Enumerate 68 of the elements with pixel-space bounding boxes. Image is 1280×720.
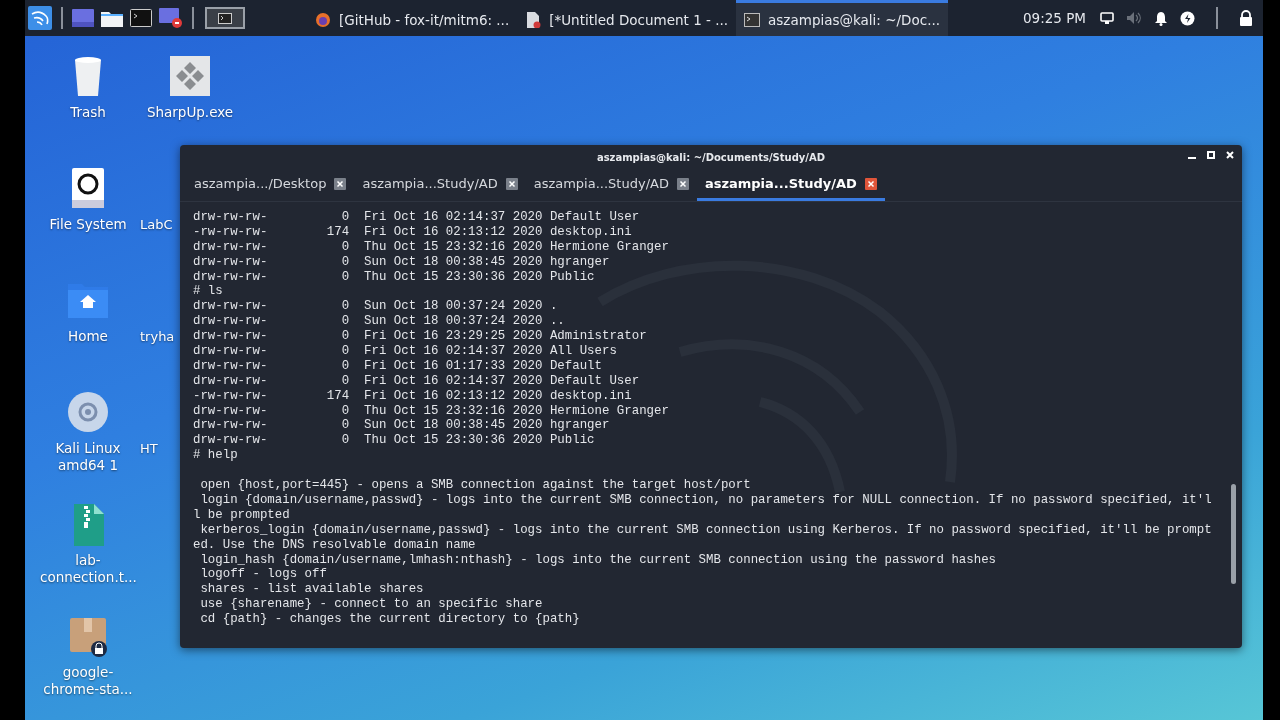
terminal-tab[interactable]: aszampia.../Desktop: [186, 169, 355, 201]
terminal-line: drw-rw-rw- 0 Thu Oct 15 23:30:36 2020 Public: [193, 433, 596, 449]
scrollbar[interactable]: [1231, 484, 1236, 584]
terminal-line: ed. Use the DNS resolvable domain name: [193, 537, 477, 553]
terminal-line: drw-rw-rw- 0 Fri Oct 16 02:14:37 2020 Default User: [193, 373, 641, 389]
icon-label[interactable]: Kali Linux amd64 1: [40, 440, 136, 474]
close-icon[interactable]: [676, 177, 689, 190]
terminal-line: shares - list available shares: [199, 582, 425, 598]
terminal-line: kerberos_login {domain/username,passwd} - logs into the current SMB connection using Kerberos. If no password specified, it'll be prompt: [199, 522, 1213, 538]
terminal-line: -rw-rw-rw- 174 Fri Oct 16 02:13:12 2020 desktop.ini: [193, 388, 633, 404]
terminal-line: drw-rw-rw- 0 Sun Oct 18 00:37:24 2020 .: [193, 299, 559, 315]
icon-label[interactable]: HT: [140, 440, 158, 457]
terminal-line: login {domain/username,passwd} - logs into the current SMB connection, no parameters for NULL connection. If no password specified, it'l: [199, 493, 1213, 508]
terminal-line: # ls: [193, 284, 224, 300]
screen-recorder-icon[interactable]: [159, 8, 183, 28]
power-icon[interactable]: [1180, 10, 1195, 26]
document-icon: [525, 11, 542, 28]
terminal-icon: [744, 11, 761, 28]
terminal-line: drw-rw-rw- 0 Thu Oct 15 23:32:16 2020 Hermione Granger: [193, 239, 670, 255]
bell-icon[interactable]: [1154, 10, 1168, 26]
terminal-line: login_hash {domain/username,lmhash:nthash} - logs into the current SMB connection using the password hashes: [199, 552, 998, 568]
icon-label[interactable]: google-chrome-sta...: [40, 664, 136, 698]
terminal-line: drw-rw-rw- 0 Sun Oct 18 00:37:24 2020 ..: [193, 314, 566, 330]
icon-label[interactable]: Trash: [70, 104, 106, 121]
terminal-line: drw-rw-rw- 0 Thu Oct 15 23:32:16 2020 Hermione Granger: [193, 403, 670, 419]
maximize-icon[interactable]: [1207, 151, 1215, 159]
icon-label[interactable]: File System: [49, 216, 127, 233]
terminal-tab[interactable]: aszampia...Study/AD: [525, 169, 697, 201]
workspace-switcher[interactable]: [205, 7, 245, 29]
terminal-line: use {sharename} - connect to an specific share: [199, 597, 544, 613]
close-icon[interactable]: [1226, 151, 1234, 159]
terminal-line: logoff - logs off: [199, 567, 328, 583]
clock[interactable]: 09:25 PM: [1023, 10, 1086, 26]
disc-icon: [66, 390, 110, 434]
icon-label[interactable]: LabC: [140, 216, 173, 233]
icon-label[interactable]: Home: [68, 328, 108, 345]
monitor-icon[interactable]: [1100, 12, 1114, 24]
lock-icon[interactable]: [1239, 10, 1253, 26]
speaker-icon[interactable]: [1126, 11, 1142, 25]
terminal-line: drw-rw-rw- 0 Thu Oct 15 23:30:36 2020 Public: [193, 269, 596, 285]
terminal-icon[interactable]: [130, 9, 152, 27]
close-icon[interactable]: [864, 177, 877, 190]
terminal-tab[interactable]: aszampia...Study/AD: [354, 169, 526, 201]
taskbar-button[interactable]: aszampias@kali: ~/Doc...: [736, 0, 948, 36]
icon-label[interactable]: tryha: [140, 328, 175, 345]
terminal-line: drw-rw-rw- 0 Sun Oct 18 00:38:45 2020 hgranger: [193, 418, 611, 434]
terminal-tab[interactable]: aszampia...Study/AD: [696, 169, 885, 201]
terminal-icon: [218, 12, 232, 24]
icon-label[interactable]: SharpUp.exe: [146, 104, 234, 121]
terminal-line: drw-rw-rw- 0 Fri Oct 16 02:14:37 2020 Default User: [193, 210, 641, 225]
terminal-line: drw-rw-rw- 0 Fri Oct 16 23:29:25 2020 Administrator: [193, 329, 648, 344]
terminal-line: cd {path} - changes the current directory to {path}: [199, 612, 581, 628]
terminal-line: open {host,port=445} - opens a SMB connection against the target host/port: [199, 478, 752, 494]
folder-icon[interactable]: [101, 9, 123, 27]
taskbar-button[interactable]: [GitHub - fox-it/mitm6: ...: [307, 0, 518, 36]
terminal-line: drw-rw-rw- 0 Fri Oct 16 01:17:33 2020 Default: [193, 358, 603, 374]
taskbar-button[interactable]: [*Untitled Document 1 - ...: [517, 0, 737, 36]
terminal-line: # help: [193, 448, 239, 464]
browser-icon: [315, 11, 331, 28]
terminal-line: drw-rw-rw- 0 Fri Oct 16 02:14:37 2020 All Users: [193, 344, 618, 359]
terminal-line: -rw-rw-rw- 174 Fri Oct 16 02:13:12 2020 desktop.ini: [193, 224, 633, 240]
terminal-line: drw-rw-rw- 0 Sun Oct 18 00:38:45 2020 hgranger: [193, 254, 611, 270]
window-title: aszampias@kali: ~/Documents/Study/AD: [596, 151, 826, 163]
executable-file-icon: [168, 54, 212, 98]
icon-label[interactable]: lab-connection.t...: [40, 552, 136, 586]
close-icon[interactable]: [334, 177, 347, 190]
terminal-line: l be prompted: [193, 507, 291, 523]
close-icon[interactable]: [505, 177, 518, 190]
